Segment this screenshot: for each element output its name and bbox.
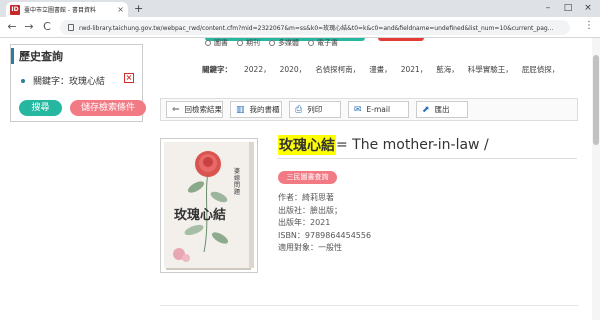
- history-item-value: 玫瑰心結: [69, 77, 106, 87]
- back-icon[interactable]: ←: [5, 20, 19, 34]
- browser-toolbar: ← → C rwd-library.taichung.gov.tw/webpac…: [0, 17, 600, 38]
- bullet-icon: [21, 78, 25, 83]
- section-divider: [160, 305, 578, 306]
- address-bar[interactable]: rwd-library.taichung.gov.tw/webpac_rwd/c…: [60, 20, 570, 35]
- envelope-icon: ✉: [354, 104, 362, 115]
- forward-icon[interactable]: →: [22, 20, 36, 34]
- bookshelf-icon: ▥: [236, 104, 245, 115]
- keyword-link[interactable]: 名偵探柯南，: [315, 64, 360, 75]
- title-divider: [277, 158, 577, 159]
- keyword-link[interactable]: 2020，: [280, 64, 307, 75]
- search-button-edge: [378, 38, 424, 41]
- lock-icon: [68, 24, 74, 31]
- audience-field: 適用對象：一般性: [278, 243, 342, 252]
- history-title: 歷史查詢: [11, 48, 63, 64]
- keyword-link[interactable]: 2022，: [244, 64, 271, 75]
- maximize-icon[interactable]: □: [558, 0, 578, 17]
- type-option-periodical[interactable]: 期刊: [237, 38, 260, 48]
- isbn-field: ISBN：9789864454556: [278, 230, 372, 240]
- type-option-ebook[interactable]: 電子書: [308, 38, 338, 48]
- keyword-link[interactable]: 藍海，: [436, 64, 459, 75]
- scrollbar-thumb[interactable]: [593, 55, 599, 145]
- radio-icon: [237, 40, 243, 46]
- history-item-label: 關鍵字：: [33, 77, 70, 87]
- export-button[interactable]: ⬈ 匯出: [416, 101, 468, 118]
- keyword-link[interactable]: 屁屁偵探，: [522, 64, 560, 75]
- title-rest: = The mother-in-law /: [336, 137, 489, 153]
- book-cover: 玫瑰心結 婆媳問題: [164, 142, 249, 268]
- cover-vertical-text: 婆媳問題: [234, 168, 241, 196]
- delete-icon[interactable]: ×: [124, 73, 134, 83]
- keyword-link[interactable]: 2021，: [401, 64, 428, 75]
- save-search-button[interactable]: 儲存檢索條件: [70, 100, 146, 116]
- printer-icon: ⎙: [295, 104, 303, 115]
- print-button[interactable]: ⎙ 列印: [289, 101, 341, 118]
- keyword-link[interactable]: 漫畫，: [369, 64, 392, 75]
- browser-menu-icon[interactable]: ⋮: [584, 20, 594, 31]
- page-content: 圖書 期刊 多媒體 電子書 關鍵字： 2022， 2020， 名偵探柯南， 漫畫…: [0, 38, 600, 320]
- type-option-book[interactable]: 圖書: [205, 38, 228, 48]
- book-metadata: 作者：綺莉思著 出版社：臉出版； 出版年：2021 ISBN：978986445…: [278, 192, 371, 255]
- window-close-icon[interactable]: ×: [578, 0, 598, 17]
- popular-keywords: 關鍵字： 2022， 2020， 名偵探柯南， 漫畫， 2021， 藍海， 科學…: [202, 64, 568, 75]
- tab-title: 臺中市立圖書館 - 書目資料: [24, 7, 96, 14]
- sanmin-search-button[interactable]: 三民圖書查詢: [278, 171, 337, 184]
- keywords-label: 關鍵字：: [202, 65, 232, 74]
- publisher-field: 出版社：臉出版；: [278, 205, 342, 215]
- type-option-multimedia[interactable]: 多媒體: [269, 38, 299, 48]
- browser-tab-bar: ID 臺中市立圖書館 - 書目資料 × + – □ ×: [0, 0, 600, 17]
- radio-icon: [269, 40, 275, 46]
- tab-close-icon[interactable]: ×: [117, 5, 124, 14]
- book-title: 玫瑰心結 = The mother-in-law /: [278, 135, 489, 155]
- author-field: 作者：綺莉思著: [278, 193, 334, 202]
- keyword-link[interactable]: 科學實驗王，: [468, 64, 513, 75]
- cover-title: 玫瑰心結: [174, 208, 227, 223]
- arrow-left-icon: ⇐: [172, 104, 180, 115]
- record-action-bar: ⇐ 回檢索結果 ▥ 我的書櫃 ⎙ 列印 ✉ E-mail ⬈ 匯出: [160, 98, 578, 121]
- book-cover-frame[interactable]: 玫瑰心結 婆媳問題: [160, 138, 258, 273]
- publish-year-field: 出版年：2021: [278, 218, 331, 227]
- minimize-icon[interactable]: –: [538, 0, 558, 17]
- title-highlight: 玫瑰心結: [278, 135, 336, 155]
- material-type-options: 圖書 期刊 多媒體 電子書: [205, 38, 338, 48]
- new-tab-button[interactable]: +: [134, 2, 143, 15]
- radio-icon: [205, 40, 211, 46]
- radio-icon: [308, 40, 314, 46]
- history-item[interactable]: 關鍵字： 玫瑰心結: [21, 74, 105, 87]
- url-text: rwd-library.taichung.gov.tw/webpac_rwd/c…: [79, 25, 554, 32]
- search-history-panel: 歷史查詢 關鍵字： 玫瑰心結 × 搜尋 儲存檢索條件: [10, 44, 146, 122]
- email-button[interactable]: ✉ E-mail: [348, 101, 409, 118]
- back-to-results-button[interactable]: ⇐ 回檢索結果: [166, 101, 223, 118]
- reload-icon[interactable]: C: [40, 20, 54, 34]
- site-favicon-icon: ID: [10, 4, 20, 15]
- export-icon: ⬈: [422, 104, 430, 115]
- search-button[interactable]: 搜尋: [19, 100, 62, 116]
- book-spine: [249, 142, 254, 268]
- browser-tab[interactable]: ID 臺中市立圖書館 - 書目資料 ×: [6, 2, 128, 17]
- my-bookshelf-button[interactable]: ▥ 我的書櫃: [230, 101, 282, 118]
